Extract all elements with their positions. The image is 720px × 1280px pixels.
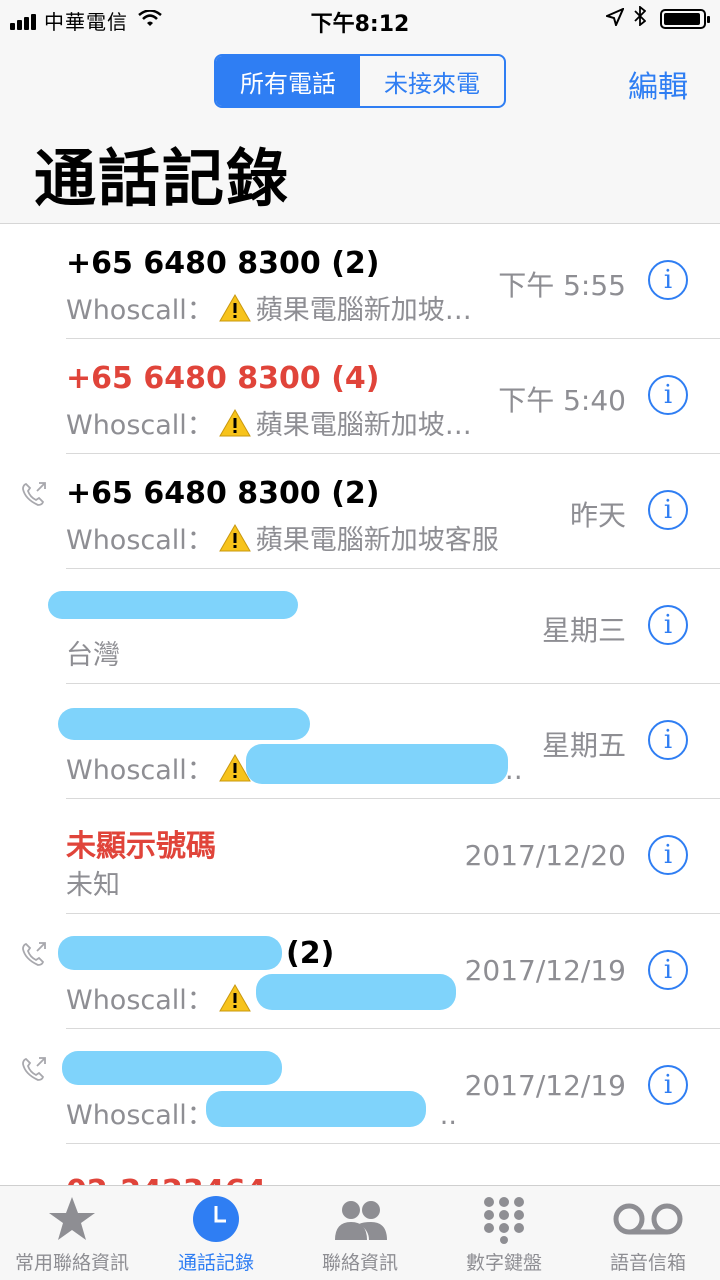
call-row[interactable]: (2) Whoscall： 2017/12/19 i <box>0 914 720 1029</box>
info-button[interactable]: i <box>648 1065 688 1105</box>
tab-label: 語音信箱 <box>609 1252 686 1274</box>
info-button[interactable]: i <box>648 835 688 875</box>
keypad-icon <box>484 1197 524 1244</box>
call-time: 2017/12/19 <box>464 1069 626 1102</box>
caller-location: 未知 <box>66 870 120 901</box>
outgoing-call-icon <box>22 942 46 966</box>
caller-name: +65 6480 8300 (2) <box>66 246 380 281</box>
caller-name: (2) <box>286 936 335 971</box>
caller-name: +65 6480 8300 (4) <box>66 361 380 396</box>
tab-bar: 常用聯絡資訊 通話記錄 聯絡資訊 數字鍵盤 語音信箱 <box>0 1185 720 1280</box>
call-time: 昨天 <box>569 499 626 532</box>
redacted-label <box>206 1091 426 1127</box>
whoscall-label: Whoscall： <box>66 985 214 1016</box>
caller-subtitle: Whoscall： 蘋果電腦新加坡客服 <box>66 518 499 557</box>
info-button[interactable]: i <box>648 950 688 990</box>
call-time: 2017/12/19 <box>464 954 626 987</box>
tab-contacts[interactable]: 聯絡資訊 <box>288 1194 432 1275</box>
battery-icon <box>660 8 710 29</box>
caller-name: 未顯示號碼 <box>66 829 216 864</box>
redacted-label <box>246 744 508 784</box>
segmented-control: 所有電話 未接來電 <box>214 54 506 108</box>
clock-icon <box>193 1196 239 1242</box>
redacted-name <box>58 708 310 740</box>
star-icon <box>49 1197 95 1240</box>
whoscall-label: Whoscall： <box>66 755 214 786</box>
segment-missed-calls[interactable]: 未接來電 <box>360 56 504 106</box>
info-button[interactable]: i <box>648 720 688 760</box>
warning-icon <box>218 983 251 1012</box>
status-right <box>604 5 710 31</box>
status-bar: 中華電信 下午8:12 <box>0 0 720 40</box>
redacted-name <box>62 1051 282 1085</box>
redacted-name <box>48 591 298 619</box>
call-row[interactable]: +65 6480 8300 (2) Whoscall： 蘋果電腦新加坡客服 昨天 … <box>0 454 720 569</box>
caller-subtitle: Whoscall： <box>66 978 256 1017</box>
caller-label: 蘋果電腦新加坡… <box>255 410 472 441</box>
call-time: 星期三 <box>541 614 626 647</box>
caller-subtitle: Whoscall： 蘋果電腦新加坡… <box>66 288 472 327</box>
whoscall-label: Whoscall： <box>66 410 214 441</box>
caller-location: 台灣 <box>66 640 120 671</box>
caller-label: 蘋果電腦新加坡… <box>255 295 472 326</box>
caller-name: +65 6480 8300 (2) <box>66 476 380 511</box>
warning-icon <box>218 293 251 322</box>
voicemail-icon <box>613 1203 683 1235</box>
call-time: 2017/12/20 <box>464 839 626 872</box>
tab-recents[interactable]: 通話記錄 <box>144 1194 288 1275</box>
segment-all-calls[interactable]: 所有電話 <box>216 56 360 106</box>
info-button[interactable]: i <box>648 490 688 530</box>
caller-label: .. <box>439 1100 457 1131</box>
caller-label: 蘋果電腦新加坡客服 <box>255 525 499 556</box>
tab-keypad[interactable]: 數字鍵盤 <box>432 1194 576 1275</box>
info-button[interactable]: i <box>648 260 688 300</box>
whoscall-label: Whoscall： <box>66 295 214 326</box>
outgoing-call-icon <box>22 1057 46 1081</box>
call-row[interactable]: +65 6480 8300 (2) Whoscall： 蘋果電腦新加坡… 下午 5… <box>0 224 720 339</box>
tab-label: 數字鍵盤 <box>465 1252 542 1274</box>
bluetooth-icon <box>634 5 647 31</box>
redacted-label <box>256 974 456 1010</box>
call-row[interactable]: +65 6480 8300 (4) Whoscall： 蘋果電腦新加坡… 下午 5… <box>0 339 720 454</box>
outgoing-call-icon <box>22 482 46 506</box>
warning-icon <box>218 523 251 552</box>
call-row[interactable]: Whoscall：.. 2017/12/19 i <box>0 1029 720 1144</box>
tab-label: 常用聯絡資訊 <box>14 1252 129 1274</box>
info-button[interactable]: i <box>648 605 688 645</box>
tab-label: 聯絡資訊 <box>321 1252 398 1274</box>
call-row[interactable]: Whoscall：… 星期五 i <box>0 684 720 799</box>
call-time: 星期五 <box>541 729 626 762</box>
caller-subtitle: 未知 <box>66 863 120 902</box>
call-time: 下午 5:55 <box>498 269 626 302</box>
call-row[interactable]: 台灣 星期三 i <box>0 569 720 684</box>
page-title: 通話記錄 <box>34 142 291 215</box>
tab-voicemail[interactable]: 語音信箱 <box>576 1194 720 1275</box>
edit-button[interactable]: 編輯 <box>628 62 688 106</box>
info-button[interactable]: i <box>648 375 688 415</box>
redacted-name <box>58 936 282 970</box>
call-row[interactable]: 未顯示號碼 未知 2017/12/20 i <box>0 799 720 914</box>
location-icon <box>604 6 625 31</box>
whoscall-label: Whoscall： <box>66 525 214 556</box>
warning-icon <box>218 408 251 437</box>
call-time: 下午 5:40 <box>498 384 626 417</box>
caller-subtitle: 台灣 <box>66 633 120 672</box>
whoscall-label: Whoscall： <box>66 1100 214 1131</box>
contacts-icon <box>335 1201 387 1240</box>
nav-bar: 所有電話 未接來電 編輯 通話記錄 <box>0 40 720 224</box>
tab-favorites[interactable]: 常用聯絡資訊 <box>0 1194 144 1275</box>
tab-label: 通話記錄 <box>177 1252 254 1274</box>
caller-subtitle: Whoscall： 蘋果電腦新加坡… <box>66 403 472 442</box>
recents-list: +65 6480 8300 (2) Whoscall： 蘋果電腦新加坡… 下午 5… <box>0 224 720 1144</box>
